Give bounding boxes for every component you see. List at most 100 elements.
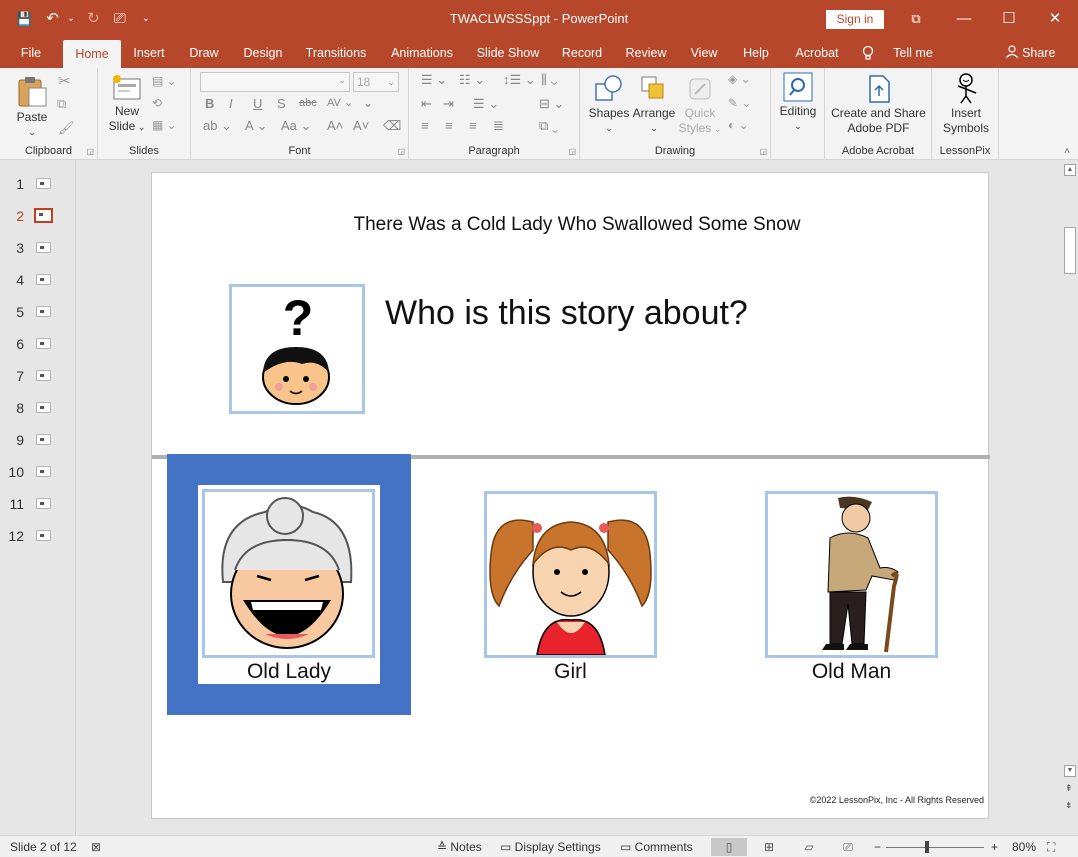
tab-insert[interactable]: Insert (126, 38, 172, 68)
zoom-slider-thumb[interactable] (925, 841, 929, 853)
increase-indent-button[interactable]: ⇥ (443, 96, 454, 112)
collapse-ribbon-icon[interactable]: ˄ (1064, 146, 1070, 157)
insert-symbols-button[interactable]: Insert Symbols (934, 72, 998, 136)
thumbnail-slide-12[interactable]: 12 (0, 524, 76, 548)
justify-button[interactable]: ≣ (493, 118, 504, 134)
align-center-button[interactable]: ≡ (445, 118, 453, 133)
columns-button[interactable]: ☰ ⌄ (473, 96, 499, 112)
align-left-button[interactable]: ≡ (421, 118, 429, 133)
thumbnail-slide-4[interactable]: 4 (0, 268, 76, 292)
tab-home[interactable]: Home (63, 40, 121, 68)
paragraph-launcher-icon[interactable]: ◲ (568, 147, 576, 156)
font-name-combobox[interactable]: ⌄ (200, 72, 350, 92)
drawing-launcher-icon[interactable]: ◲ (759, 147, 767, 156)
slide-canvas[interactable]: There Was a Cold Lady Who Swallowed Some… (151, 172, 990, 819)
girl-card[interactable] (484, 491, 657, 658)
zoom-level[interactable]: 80% (1012, 836, 1036, 857)
normal-view-icon[interactable]: ▯ (711, 838, 747, 856)
thumbnail-slide-5[interactable]: 5 (0, 300, 76, 324)
question-boy-card[interactable]: ? (229, 284, 365, 414)
old-lady-caption[interactable]: Old Lady (198, 660, 380, 684)
shape-outline-icon[interactable]: ✎ ⌄ (728, 96, 751, 110)
text-direction-button[interactable]: ⫼ ⌄ (541, 72, 558, 88)
new-slide-button[interactable]: New Slide ⌄ (106, 74, 148, 135)
zoom-out-button[interactable]: − (874, 836, 881, 857)
tab-acrobat[interactable]: Acrobat (788, 38, 846, 68)
accessibility-icon[interactable]: ⊠ (91, 836, 101, 857)
shadow-button[interactable]: S (277, 96, 286, 111)
previous-slide-icon[interactable]: ⇞ (1065, 783, 1073, 794)
tab-record[interactable]: Record (556, 38, 608, 68)
bullets-button[interactable]: ☰ ⌄ (421, 72, 447, 88)
font-launcher-icon[interactable]: ◲ (397, 147, 405, 156)
fit-to-window-icon[interactable]: ⛶ (1047, 836, 1055, 857)
thumbnail-slide-6[interactable]: 6 (0, 332, 76, 356)
thumbnail-slide-7[interactable]: 7 (0, 364, 76, 388)
tab-transitions[interactable]: Transitions (301, 38, 371, 68)
tab-draw[interactable]: Draw (183, 38, 225, 68)
shape-effects-icon[interactable]: ◐ ⌄ (728, 118, 749, 132)
girl-caption[interactable]: Girl (484, 660, 657, 684)
arrange-button[interactable]: Arrange ⌄ (632, 74, 676, 136)
zoom-slider-track[interactable] (886, 847, 984, 848)
tab-view[interactable]: View (684, 38, 724, 68)
character-spacing-button[interactable]: AV ⌄ (327, 96, 353, 109)
font-color-button[interactable]: A ⌄ (245, 118, 267, 134)
copy-icon[interactable]: ⧉ (57, 96, 66, 112)
slide-title[interactable]: There Was a Cold Lady Who Swallowed Some… (152, 214, 1002, 236)
slide-show-icon[interactable]: ⎚ (830, 838, 866, 856)
thumbnail-slide-9[interactable]: 9 (0, 428, 76, 452)
format-painter-icon[interactable]: 🖌 (58, 120, 75, 136)
reset-icon[interactable]: ⟲ (152, 96, 162, 110)
clear-formatting-icon[interactable]: ⌫ (383, 118, 401, 134)
align-text-button[interactable]: ⊟ ⌄ (539, 96, 564, 112)
tab-help[interactable]: Help (735, 38, 777, 68)
paste-button[interactable]: Paste ⌄ (10, 74, 54, 140)
share-button[interactable]: Share (1004, 38, 1056, 68)
thumbnail-slide-1[interactable]: 1 (0, 172, 76, 196)
quick-styles-button[interactable]: Quick Styles ⌄ (678, 74, 722, 137)
increase-font-icon[interactable]: A˄ (327, 118, 343, 133)
old-man-caption[interactable]: Old Man (765, 660, 938, 684)
thumbnail-slide-2[interactable]: 2 (0, 204, 76, 228)
question-text[interactable]: Who is this story about? (385, 294, 748, 333)
zoom-in-button[interactable]: + (991, 836, 998, 857)
sign-in-button[interactable]: Sign in (826, 10, 884, 29)
maximize-button[interactable]: ☐ (986, 0, 1032, 38)
decrease-font-icon[interactable]: A˅ (353, 118, 369, 133)
old-man-card[interactable] (765, 491, 938, 658)
thumbnail-slide-8[interactable]: 8 (0, 396, 76, 420)
ribbon-display-options-icon[interactable]: ⧉ (893, 0, 939, 38)
font-size-combobox[interactable]: 18 ⌄ (353, 72, 399, 92)
shape-fill-icon[interactable]: ◈ ⌄ (728, 72, 751, 86)
change-case-button[interactable]: ⌄ (363, 96, 373, 110)
tab-file[interactable]: File (12, 38, 50, 68)
tab-slide-show[interactable]: Slide Show (472, 38, 544, 68)
tab-review[interactable]: Review (619, 38, 673, 68)
strikethrough-button[interactable]: abc (299, 97, 317, 109)
close-button[interactable]: ✕ (1032, 0, 1078, 38)
layout-icon[interactable]: ▤ ⌄ (152, 74, 177, 88)
thumbnail-slide-3[interactable]: 3 (0, 236, 76, 260)
numbering-button[interactable]: ☷ ⌄ (459, 72, 485, 88)
clipboard-launcher-icon[interactable]: ◲ (86, 147, 94, 156)
bold-button[interactable]: B (205, 96, 214, 111)
tab-design[interactable]: Design (236, 38, 290, 68)
scroll-up-arrow[interactable]: ▲ (1064, 164, 1076, 176)
minimize-button[interactable]: — (941, 0, 987, 38)
scroll-thumb[interactable] (1064, 227, 1076, 274)
align-right-button[interactable]: ≡ (469, 118, 477, 133)
highlight-icon[interactable]: ab ⌄ (203, 118, 232, 134)
slide-sorter-icon[interactable]: ⊞ (751, 838, 787, 856)
vertical-scrollbar[interactable]: ▲ ▼ ⇞ ⇟ (1062, 160, 1078, 835)
cut-icon[interactable]: ✂ (58, 72, 71, 90)
change-case-aa-button[interactable]: Aa ⌄ (281, 118, 311, 134)
underline-button[interactable]: U (253, 96, 262, 111)
thumbnail-slide-11[interactable]: 11 (0, 492, 76, 516)
tell-me-search[interactable]: Tell me (890, 38, 936, 68)
comments-button[interactable]: ▭ Comments (620, 836, 693, 857)
editing-button[interactable]: Editing ⌄ (775, 72, 821, 134)
shapes-button[interactable]: Shapes ⌄ (588, 74, 630, 136)
section-icon[interactable]: ▦ ⌄ (152, 118, 177, 132)
display-settings-button[interactable]: ▭ Display Settings (500, 836, 601, 857)
